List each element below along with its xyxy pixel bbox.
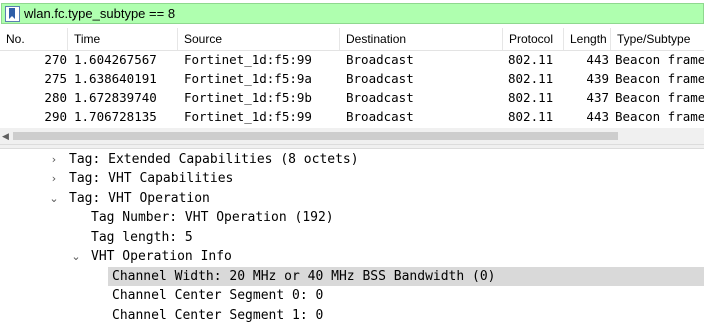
bookmark-icon[interactable] (5, 6, 20, 22)
tree-item-label: Tag: Extended Capabilities (8 octets) (69, 152, 359, 167)
cell-source: Fortinet_1d:f5:99 (184, 52, 312, 67)
cell-time: 1.604267567 (74, 52, 157, 67)
cell-source: Fortinet_1d:f5:99 (184, 109, 312, 124)
tree-item[interactable]: Channel Center Segment 0: 0 (0, 286, 704, 305)
cell-length: 443 (586, 52, 609, 67)
cell-destination: Broadcast (346, 71, 414, 86)
tree-item-label: Channel Center Segment 0: 0 (112, 288, 324, 303)
cell-protocol: 802.11 (508, 90, 554, 105)
tree-item-selected[interactable]: Channel Width: 20 MHz or 40 MHz BSS Band… (108, 267, 704, 286)
col-header-length[interactable]: Length (564, 28, 611, 50)
packet-row[interactable]: 290 1.706728135 Fortinet_1d:f5:99 Broadc… (0, 107, 704, 126)
packet-row[interactable]: 270 1.604267567 Fortinet_1d:f5:99 Broadc… (0, 50, 704, 69)
display-filter-bar: wlan.fc.type_subtype == 8 (0, 0, 704, 28)
chevron-right-icon[interactable]: › (48, 169, 60, 188)
packet-list: No. Time Source Destination Protocol Len… (0, 28, 704, 128)
chevron-down-icon[interactable]: ⌄ (70, 247, 82, 266)
col-header-source[interactable]: Source (178, 28, 340, 50)
cell-no: 290 (44, 109, 67, 124)
cell-length: 439 (586, 71, 609, 86)
tree-item[interactable]: ⌄ VHT Operation Info (0, 247, 704, 266)
tree-item-label: Tag: VHT Operation (69, 191, 210, 206)
cell-destination: Broadcast (346, 52, 414, 67)
col-header-destination[interactable]: Destination (340, 28, 503, 50)
packet-list-header: No. Time Source Destination Protocol Len… (0, 28, 704, 51)
cell-time: 1.672839740 (74, 90, 157, 105)
cell-protocol: 802.11 (508, 109, 554, 124)
col-header-time[interactable]: Time (68, 28, 178, 50)
cell-source: Fortinet_1d:f5:9b (184, 90, 312, 105)
tree-item[interactable]: Tag length: 5 (0, 228, 704, 247)
tree-item[interactable]: › Tag: Extended Capabilities (8 octets) (0, 150, 704, 169)
chevron-down-icon[interactable]: ⌄ (48, 189, 60, 208)
tree-item[interactable]: Channel Center Segment 1: 0 (0, 306, 704, 325)
tree-item[interactable]: Tag Number: VHT Operation (192) (0, 208, 704, 227)
tree-item-label: Tag: VHT Capabilities (69, 171, 234, 186)
cell-type: Beacon frame (615, 109, 704, 124)
tree-item-label: Tag Number: VHT Operation (192) (91, 210, 334, 225)
cell-type: Beacon frame (615, 71, 704, 86)
tree-item-label: Channel Center Segment 1: 0 (112, 308, 324, 323)
cell-time: 1.638640191 (74, 71, 157, 86)
tree-item[interactable]: ⌄ Tag: VHT Operation (0, 189, 704, 208)
cell-no: 280 (44, 90, 67, 105)
cell-protocol: 802.11 (508, 71, 554, 86)
tree-item-label: Channel Width: 20 MHz or 40 MHz BSS Band… (112, 269, 496, 284)
tree-item-label: VHT Operation Info (91, 249, 232, 264)
cell-length: 437 (586, 90, 609, 105)
cell-destination: Broadcast (346, 109, 414, 124)
scroll-left-icon[interactable]: ◀ (2, 131, 9, 142)
col-header-protocol[interactable]: Protocol (503, 28, 564, 50)
cell-protocol: 802.11 (508, 52, 554, 67)
scrollbar-thumb[interactable] (13, 132, 618, 140)
display-filter-input[interactable]: wlan.fc.type_subtype == 8 (1, 3, 704, 24)
col-header-no[interactable]: No. (0, 28, 68, 50)
filter-text: wlan.fc.type_subtype == 8 (24, 6, 176, 21)
cell-type: Beacon frame (615, 90, 704, 105)
tree-item-label: Tag length: 5 (91, 230, 193, 245)
cell-length: 443 (586, 109, 609, 124)
packet-details-tree: › Tag: Extended Capabilities (8 octets) … (0, 149, 704, 324)
packet-row[interactable]: 280 1.672839740 Fortinet_1d:f5:9b Broadc… (0, 88, 704, 107)
cell-destination: Broadcast (346, 90, 414, 105)
horizontal-scrollbar[interactable]: ◀ (0, 128, 704, 144)
cell-no: 270 (44, 52, 67, 67)
tree-item[interactable]: › Tag: VHT Capabilities (0, 169, 704, 188)
cell-time: 1.706728135 (74, 109, 157, 124)
packet-row[interactable]: 275 1.638640191 Fortinet_1d:f5:9a Broadc… (0, 69, 704, 88)
cell-type: Beacon frame (615, 52, 704, 67)
cell-source: Fortinet_1d:f5:9a (184, 71, 312, 86)
chevron-right-icon[interactable]: › (48, 150, 60, 169)
col-header-type-subtype[interactable]: Type/Subtype (611, 28, 704, 50)
cell-no: 275 (44, 71, 67, 86)
